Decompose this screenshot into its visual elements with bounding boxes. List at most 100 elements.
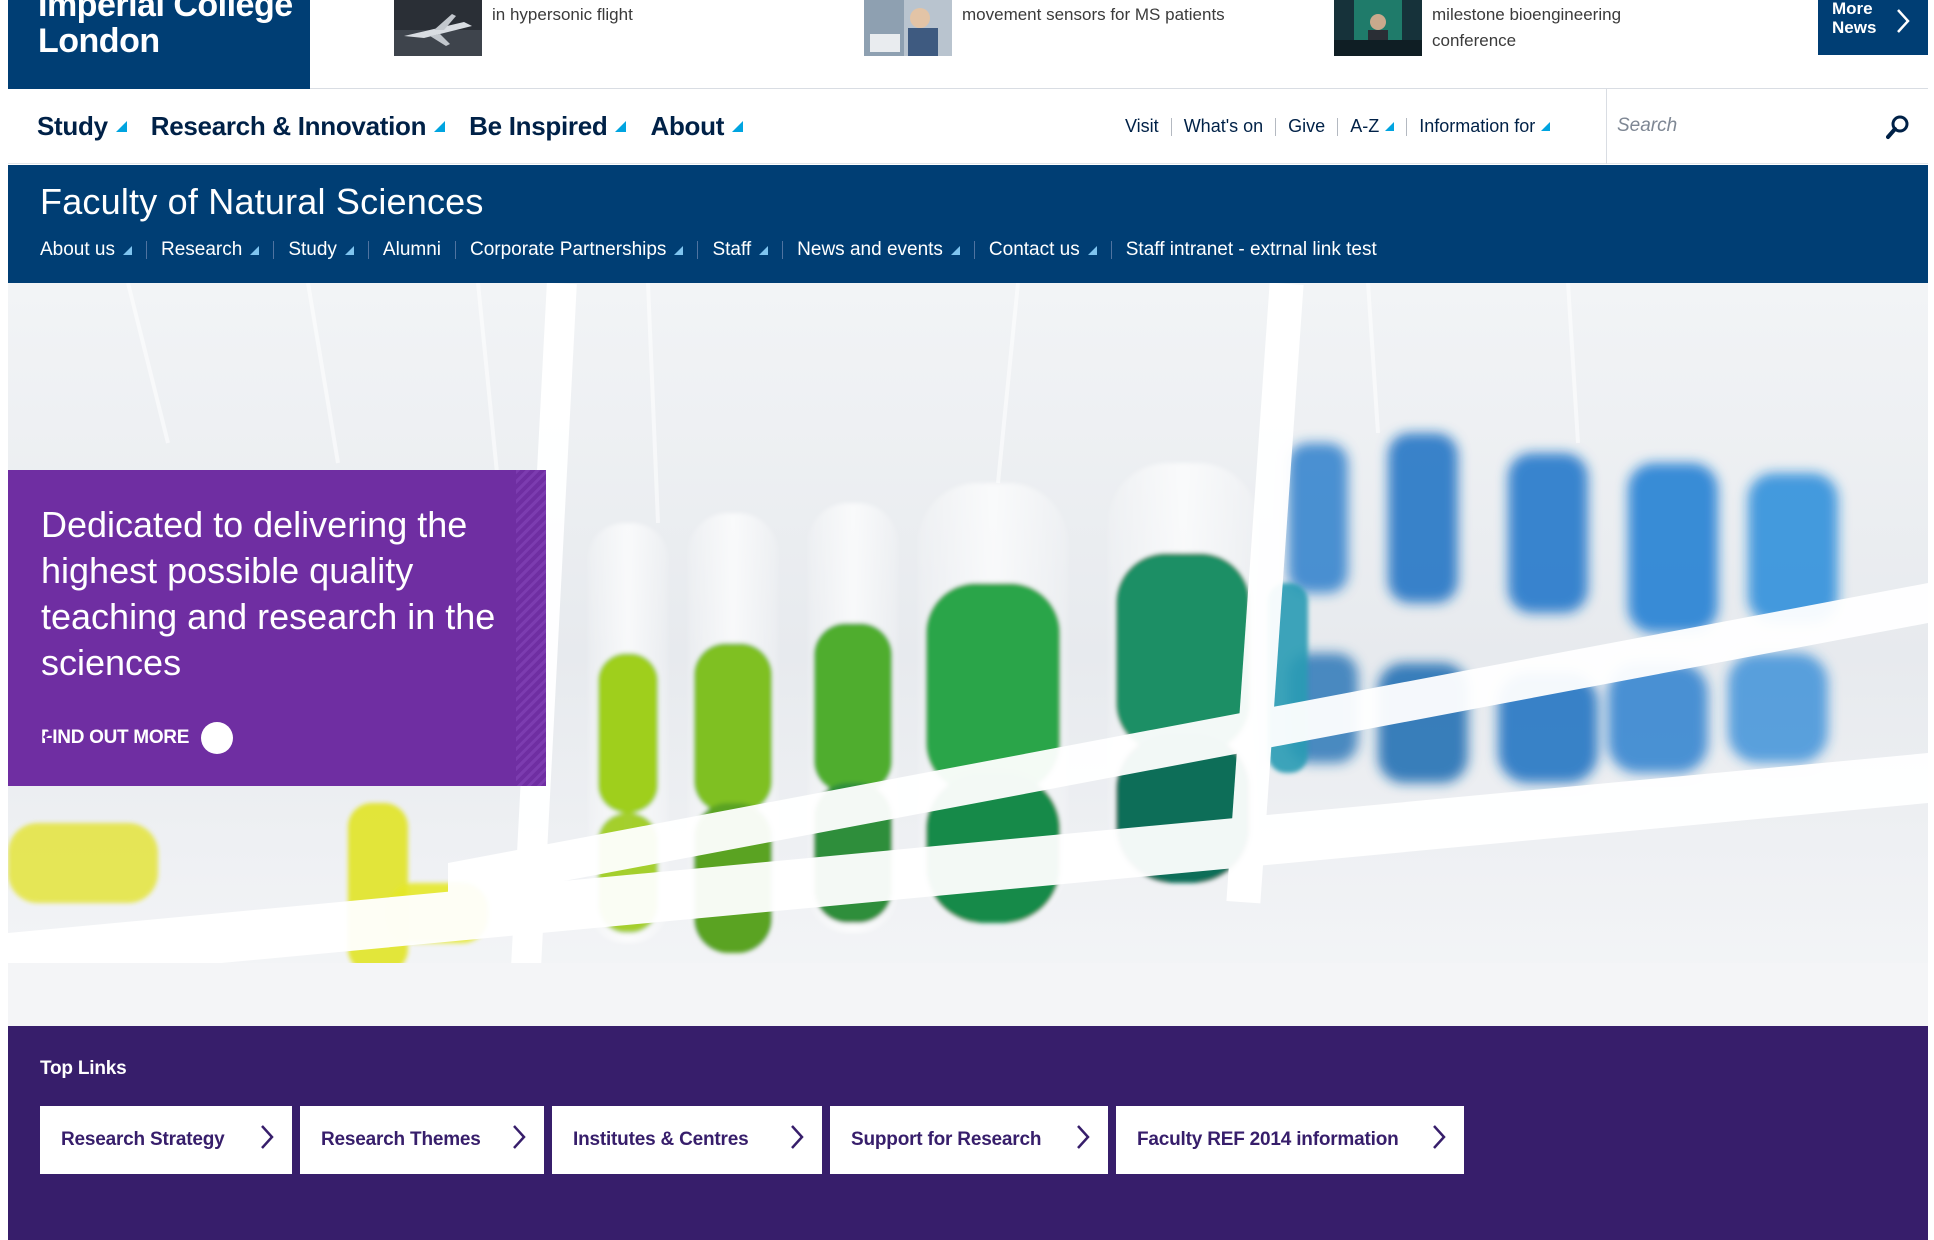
dropdown-triangle-icon xyxy=(344,245,354,255)
more-news-line-2: News xyxy=(1832,18,1877,37)
divider xyxy=(1110,241,1112,259)
link-label: Faculty REF 2014 information xyxy=(1137,1129,1399,1150)
subnav-label: Corporate Partnerships xyxy=(470,239,667,260)
dropdown-triangle-icon xyxy=(1385,122,1395,131)
primary-nav: Study Research & Innovation Be Inspired … xyxy=(37,89,744,164)
nav-give[interactable]: Give xyxy=(1276,116,1337,137)
nav-study[interactable]: Study xyxy=(37,111,127,142)
subnav-corporate-partnerships[interactable]: Corporate Partnerships xyxy=(470,239,697,261)
top-links-section: Top Links Research Strategy Research The… xyxy=(8,1026,1928,1240)
nav-label: Study xyxy=(37,111,108,141)
nav-research-innovation[interactable]: Research & Innovation xyxy=(150,111,446,142)
nav-label: About xyxy=(650,111,725,141)
hero-banner: Dedicated to delivering the highest poss… xyxy=(8,283,1928,1026)
nav-a-z[interactable]: A-Z xyxy=(1338,116,1406,137)
link-research-strategy[interactable]: Research Strategy xyxy=(40,1106,292,1174)
subnav-contact-us[interactable]: Contact us xyxy=(989,239,1111,261)
news-line: conference xyxy=(1432,31,1517,50)
nav-label: Be Inspired xyxy=(469,111,608,141)
link-label: Institutes & Centres xyxy=(573,1129,749,1150)
faculty-subnav: About us Research Study Alumni Corporate… xyxy=(40,239,1391,261)
nav-information-for[interactable]: Information for xyxy=(1407,116,1562,137)
faculty-header: Faculty of Natural Sciences About us Res… xyxy=(8,165,1928,283)
divider xyxy=(367,241,369,259)
main-navigation: Study Research & Innovation Be Inspired … xyxy=(8,89,1928,164)
news-thumbnail-aircraft xyxy=(394,0,482,56)
nav-visit[interactable]: Visit xyxy=(1113,116,1171,137)
news-text-3: milestone bioengineering conference xyxy=(1432,4,1762,54)
subnav-about-us[interactable]: About us xyxy=(40,239,146,261)
news-thumbnail-sensors xyxy=(864,0,952,56)
dropdown-triangle-icon xyxy=(615,121,627,132)
nav-label: Research & Innovation xyxy=(150,111,427,141)
logo-line-1: Imperial College xyxy=(38,0,293,24)
dropdown-triangle-icon xyxy=(115,121,127,132)
imperial-logo[interactable]: Imperial College London xyxy=(8,0,310,89)
subnav-label: About us xyxy=(40,239,115,260)
link-label: Support for Research xyxy=(851,1129,1042,1150)
top-strip: Imperial College London in hypersonic fl… xyxy=(8,0,1928,89)
subnav-news-and-events[interactable]: News and events xyxy=(797,239,974,261)
dropdown-triangle-icon xyxy=(1541,122,1551,131)
chevron-right-icon xyxy=(1076,1124,1090,1156)
divider xyxy=(455,241,456,259)
link-support-for-research[interactable]: Support for Research xyxy=(830,1106,1108,1174)
subnav-alumni[interactable]: Alumni xyxy=(383,239,455,261)
chevron-right-icon xyxy=(1432,1124,1446,1156)
divider xyxy=(146,241,147,259)
link-faculty-ref-2014[interactable]: Faculty REF 2014 information xyxy=(1116,1106,1464,1174)
dropdown-triangle-icon xyxy=(434,121,446,132)
nav-label: What's on xyxy=(1183,116,1264,136)
news-text-1: in hypersonic flight xyxy=(492,4,822,28)
nav-about[interactable]: About xyxy=(650,111,744,142)
subnav-research[interactable]: Research xyxy=(161,239,273,261)
subnav-staff-intranet[interactable]: Staff intranet - extrnal link test xyxy=(1126,239,1391,261)
subnav-label: Alumni xyxy=(382,239,441,260)
subnav-staff[interactable]: Staff xyxy=(712,239,782,261)
find-out-more-label: FIND OUT MORE xyxy=(41,727,190,748)
nav-be-inspired[interactable]: Be Inspired xyxy=(469,111,627,142)
link-research-themes[interactable]: Research Themes xyxy=(300,1106,544,1174)
dropdown-triangle-icon xyxy=(123,245,132,255)
subnav-label: Staff xyxy=(712,239,752,260)
divider xyxy=(782,241,784,259)
chevron-right-icon xyxy=(260,1124,274,1156)
news-text-2: movement sensors for MS patients xyxy=(962,4,1292,28)
more-news-button[interactable]: More News xyxy=(1818,0,1928,55)
link-label: Research Strategy xyxy=(61,1129,225,1150)
nav-whats-on[interactable]: What's on xyxy=(1172,116,1275,137)
divider xyxy=(973,241,975,259)
subnav-label: News and events xyxy=(797,239,943,260)
hero-callout: Dedicated to delivering the highest poss… xyxy=(8,470,546,786)
hero-headline: Dedicated to delivering the highest poss… xyxy=(41,504,496,683)
secondary-nav: Visit What's on Give A-Z Information for xyxy=(1113,89,1562,164)
divider xyxy=(697,241,699,259)
link-label: Research Themes xyxy=(321,1129,481,1150)
find-out-more-link[interactable]: FIND OUT MORE xyxy=(41,722,234,754)
news-line: milestone bioengineering xyxy=(1432,5,1622,24)
search-icon[interactable] xyxy=(1886,114,1910,145)
news-thumbnail-conference xyxy=(1334,0,1422,56)
dropdown-triangle-icon xyxy=(732,121,744,132)
nav-label: A-Z xyxy=(1350,116,1380,136)
link-institutes-centres[interactable]: Institutes & Centres xyxy=(552,1106,822,1174)
dropdown-triangle-icon xyxy=(250,245,260,255)
subnav-label: Contact us xyxy=(988,239,1080,260)
more-news-line-1: More xyxy=(1832,0,1873,18)
subnav-label: Research xyxy=(161,239,243,260)
top-links-list: Research Strategy Research Themes Instit… xyxy=(40,1106,1464,1174)
top-links-heading: Top Links xyxy=(40,1058,127,1079)
faculty-title[interactable]: Faculty of Natural Sciences xyxy=(40,181,484,223)
nav-label: Information for xyxy=(1419,116,1536,136)
callout-stripe-decoration xyxy=(516,470,546,786)
subnav-study[interactable]: Study xyxy=(288,239,368,261)
chevron-right-icon xyxy=(1896,8,1910,38)
news-line: movement sensors for MS patients xyxy=(962,5,1225,24)
chevron-right-icon xyxy=(512,1124,526,1156)
dropdown-triangle-icon xyxy=(1087,245,1097,255)
dropdown-triangle-icon xyxy=(674,245,684,255)
search-input[interactable] xyxy=(1617,107,1877,145)
subnav-label: Staff intranet - extrnal link test xyxy=(1125,239,1377,260)
nav-label: Give xyxy=(1288,116,1326,136)
nav-label: Visit xyxy=(1125,116,1159,136)
